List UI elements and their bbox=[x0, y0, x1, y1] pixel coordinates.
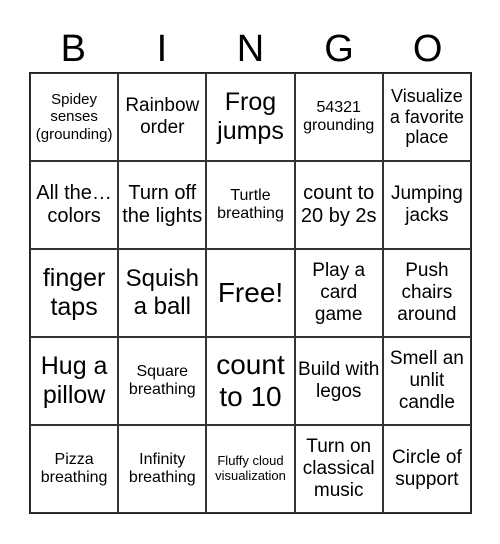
bingo-cell[interactable]: Frog jumps bbox=[206, 73, 295, 161]
bingo-grid: Spidey senses (grounding) Rainbow order … bbox=[29, 72, 472, 514]
free-space[interactable]: Free! bbox=[206, 249, 295, 337]
bingo-cell[interactable]: Circle of support bbox=[382, 425, 471, 513]
bingo-cell[interactable]: Fluffy cloud visualization bbox=[206, 425, 295, 513]
header-letter-o: O bbox=[412, 28, 443, 70]
bingo-cell[interactable]: Turn off the lights bbox=[118, 161, 207, 249]
bingo-cell[interactable]: Jumping jacks bbox=[382, 161, 471, 249]
bingo-cell[interactable]: Spidey senses (grounding) bbox=[30, 73, 119, 161]
bingo-cell[interactable]: All the… colors bbox=[30, 161, 119, 249]
header-letter-n: N bbox=[236, 28, 265, 70]
header-letter-g: G bbox=[324, 28, 354, 70]
bingo-cell[interactable]: finger taps bbox=[30, 249, 119, 337]
bingo-cell[interactable]: Hug a pillow bbox=[30, 337, 119, 425]
bingo-cell[interactable]: Infinity breathing bbox=[118, 425, 207, 513]
bingo-cell[interactable]: Smell an unlit candle bbox=[382, 337, 471, 425]
bingo-cell[interactable]: count to 20 by 2s bbox=[294, 161, 383, 249]
bingo-cell[interactable]: Visualize a favorite place bbox=[382, 73, 471, 161]
bingo-cell[interactable]: Rainbow order bbox=[118, 73, 207, 161]
bingo-cell[interactable]: Build with legos bbox=[294, 337, 383, 425]
bingo-cell[interactable]: Turtle breathing bbox=[206, 161, 295, 249]
bingo-header: B I N G O bbox=[29, 26, 472, 72]
bingo-cell[interactable]: Play a card game bbox=[294, 249, 383, 337]
bingo-cell[interactable]: Pizza breathing bbox=[30, 425, 119, 513]
header-letter-b: B bbox=[60, 28, 86, 70]
header-letter-i: I bbox=[156, 28, 168, 70]
bingo-cell[interactable]: Turn on classical music bbox=[294, 425, 383, 513]
bingo-cell[interactable]: Push chairs around bbox=[382, 249, 471, 337]
bingo-cell[interactable]: count to 10 bbox=[206, 337, 295, 425]
bingo-cell[interactable]: Squish a ball bbox=[118, 249, 207, 337]
bingo-cell[interactable]: Square breathing bbox=[118, 337, 207, 425]
bingo-cell[interactable]: 54321 grounding bbox=[294, 73, 383, 161]
